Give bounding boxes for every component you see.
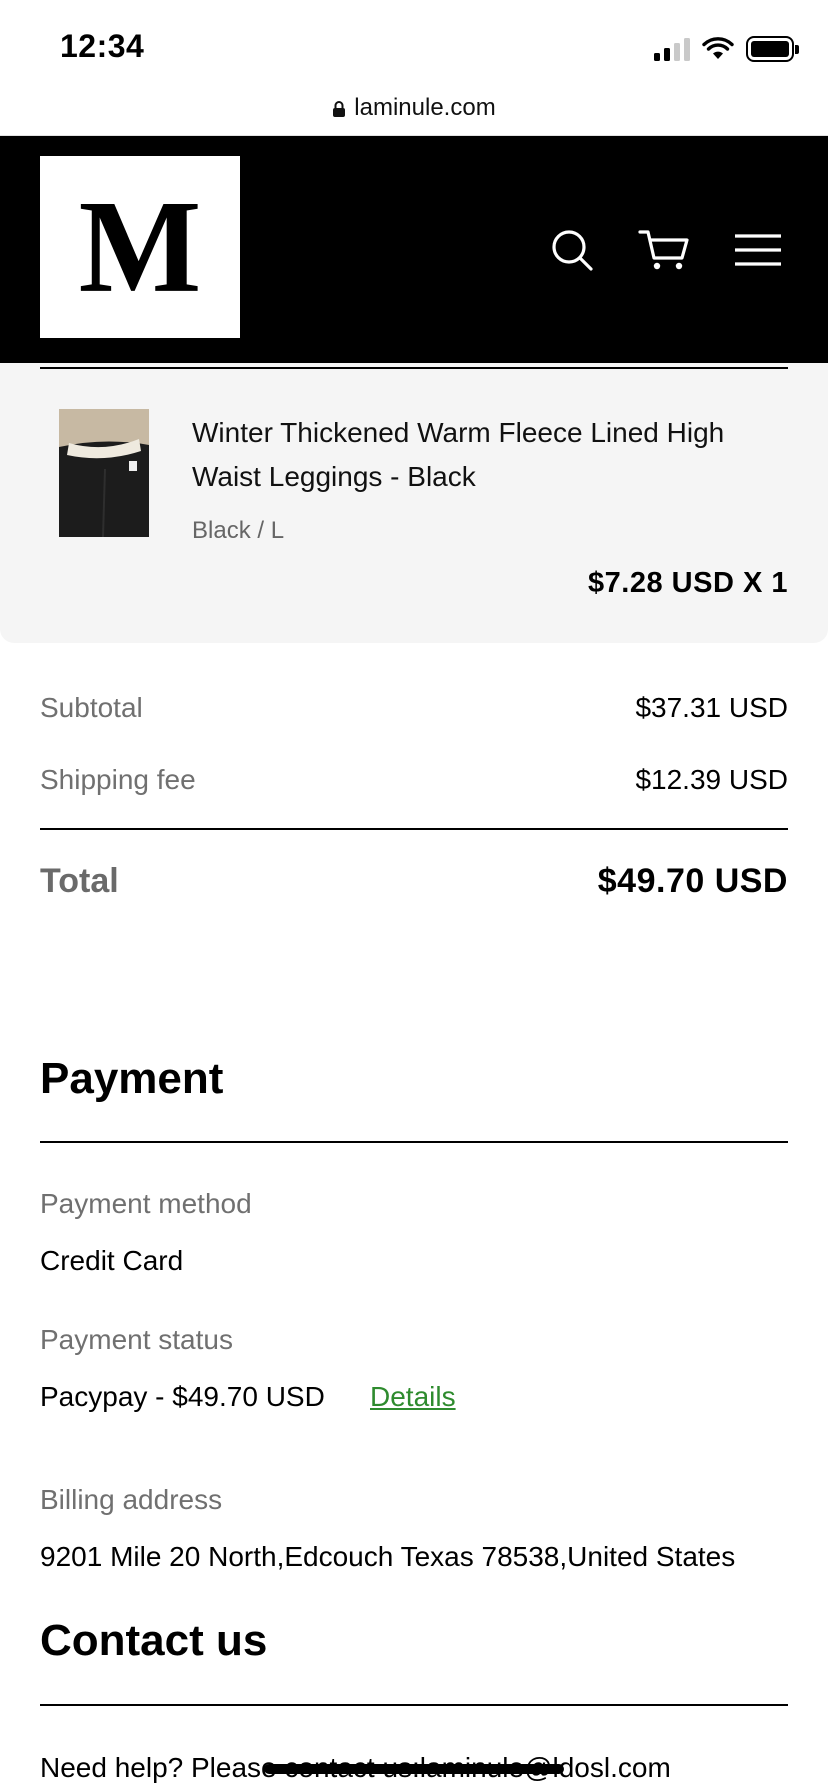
search-icon[interactable] — [550, 228, 594, 272]
cart-icon[interactable] — [638, 228, 690, 272]
product-variant: Black / L — [192, 517, 285, 544]
subtotal-label: Subtotal — [40, 692, 143, 723]
lock-icon — [333, 100, 346, 117]
payment-method-value: Credit Card — [40, 1245, 184, 1276]
signal-icon — [654, 37, 690, 61]
billing-address-label: Billing address — [40, 1484, 223, 1515]
shipping-value: $12.39 USD — [635, 764, 788, 795]
status-time: 12:34 — [60, 28, 145, 64]
payment-title: Payment — [40, 1054, 224, 1103]
home-indicator[interactable] — [264, 1764, 564, 1774]
product-price: $7.28 USD X 1 — [588, 567, 788, 599]
payment-method-label: Payment method — [40, 1188, 252, 1219]
total-label: Total — [40, 862, 119, 900]
status-bar: 12:34 — [0, 0, 828, 92]
divider — [40, 828, 788, 830]
wifi-icon — [702, 37, 734, 59]
battery-icon — [746, 36, 799, 62]
total-row: Total $49.70 USD — [40, 862, 788, 901]
menu-icon[interactable] — [734, 228, 782, 272]
status-icons — [654, 34, 799, 64]
product-thumbnail[interactable] — [59, 409, 149, 537]
details-link[interactable]: Details — [370, 1381, 456, 1413]
payment-status-label: Payment status — [40, 1324, 233, 1355]
billing-address-value: 9201 Mile 20 North,Edcouch Texas 78538,U… — [40, 1541, 736, 1572]
header-icons — [550, 228, 782, 272]
total-value: $49.70 USD — [597, 862, 788, 900]
subtotal-value: $37.31 USD — [635, 692, 788, 723]
order-line-item: Winter Thickened Warm Fleece Lined High … — [0, 363, 828, 643]
url-text: laminule.com — [354, 93, 496, 121]
product-title[interactable]: Winter Thickened Warm Fleece Lined High … — [192, 411, 792, 499]
site-header: M — [0, 136, 828, 363]
subtotal-row: Subtotal $37.31 USD — [40, 692, 788, 724]
shipping-label: Shipping fee — [40, 764, 196, 795]
contact-title: Contact us — [40, 1616, 268, 1665]
logo-letter: M — [78, 173, 202, 321]
site-logo[interactable]: M — [40, 156, 240, 338]
divider — [40, 367, 788, 369]
payment-status-value: Pacypay - $49.70 USD — [40, 1381, 325, 1412]
divider — [40, 1141, 788, 1143]
shipping-row: Shipping fee $12.39 USD — [40, 764, 788, 796]
url-bar[interactable]: laminule.com — [0, 80, 828, 136]
divider — [40, 1704, 788, 1706]
